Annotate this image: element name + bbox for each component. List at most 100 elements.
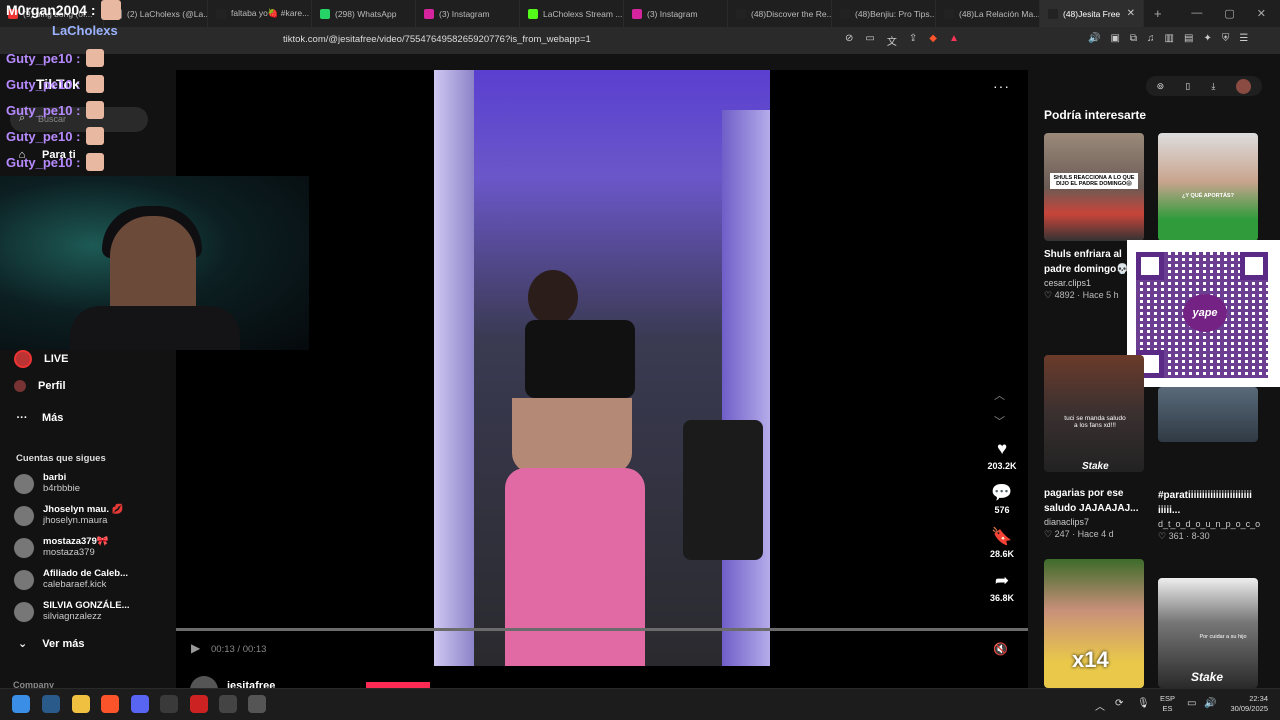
download-icon[interactable]: ⤓ xyxy=(1211,81,1215,92)
taskbar-clock[interactable]: 22:34 30/09/2025 xyxy=(1228,694,1268,714)
tab-favicon-icon xyxy=(1048,8,1058,19)
tab-label: LaCholexs Stream ... xyxy=(543,8,623,19)
live-avatar xyxy=(14,350,32,368)
volume-icon[interactable]: 🔇 xyxy=(993,642,1008,656)
search-taskbar-icon[interactable] xyxy=(42,695,60,713)
minimize-icon[interactable]: — xyxy=(1191,7,1202,20)
browser-tab[interactable]: (48)Discover the Re... xyxy=(728,0,832,27)
comment-button[interactable]: 💬 576 xyxy=(982,484,1022,516)
browser-tab[interactable]: (48)Jesita Free ✕ xyxy=(1040,0,1144,27)
following-item[interactable]: SILVIA GONZÁLE... silviagnzalezz xyxy=(14,600,130,622)
share-icon[interactable]: ⇪ xyxy=(909,33,917,48)
share-button[interactable]: ➦ 36.8K xyxy=(982,572,1022,604)
obs-icon[interactable] xyxy=(219,695,237,713)
chat-username-2: LaCholexs xyxy=(52,23,118,38)
windows-start-icon[interactable] xyxy=(12,695,30,713)
discord-icon[interactable] xyxy=(131,695,149,713)
suggestion-thumbnail: SHULS REACCIONA A LO QUE DIJO EL PADRE D… xyxy=(1044,133,1144,241)
browser-tab[interactable]: (48)La Relación Ma... xyxy=(936,0,1040,27)
thumbnail-caption: tuci se manda saludo a los fans xd!!! xyxy=(1064,415,1126,429)
brave-shield-icon[interactable]: ◆ xyxy=(929,33,937,48)
window-controls: — ▢ ✕ xyxy=(1191,7,1280,20)
video-more-button[interactable]: ··· xyxy=(993,78,1010,94)
suggestion-card[interactable]: Por cuidar a su hijo Stake xyxy=(1158,578,1258,688)
following-item[interactable]: Afiliado de Caleb... calebaraef.kick xyxy=(14,568,128,590)
pip-icon[interactable]: ▣ xyxy=(1110,33,1119,44)
suggestion-card[interactable]: ¿Y QUÉ APORTÁS? xyxy=(1158,133,1258,241)
app-icon[interactable] xyxy=(248,695,266,713)
following-title: Cuentas que sigues xyxy=(16,453,106,464)
browser-tab[interactable]: (298) WhatsApp xyxy=(312,0,416,27)
sidebar-item-label: LIVE xyxy=(44,353,69,365)
browser-tab[interactable]: (3) Instagram xyxy=(416,0,520,27)
rewards-icon[interactable]: ▲ xyxy=(949,33,959,48)
tray-chevron-icon[interactable]: ︿ xyxy=(1095,698,1105,713)
tab-label: (298) WhatsApp xyxy=(335,8,397,19)
tab-favicon-icon xyxy=(528,8,538,19)
heart-button[interactable]: ♥ 203.2K xyxy=(982,440,1022,472)
chat-emote xyxy=(86,101,105,119)
video-scene-wall xyxy=(722,110,770,666)
app-icon[interactable] xyxy=(160,695,178,713)
following-item[interactable]: Jhoselyn mau. 💋 jhoselyn.maura xyxy=(14,504,123,526)
language-indicator[interactable]: ESP ES xyxy=(1160,694,1175,714)
browser-tab[interactable]: faltaba yo🍓 #kare... xyxy=(208,0,312,27)
menu-icon[interactable]: ☰ xyxy=(1239,33,1248,44)
brave-browser-icon[interactable] xyxy=(101,695,119,713)
new-tab-button[interactable]: + xyxy=(1144,6,1172,21)
maximize-icon[interactable]: ▢ xyxy=(1224,7,1234,20)
sidebar-toggle-icon[interactable]: ▥ xyxy=(1165,33,1174,44)
sidebar-item-profile[interactable]: Perfil xyxy=(14,380,66,392)
following-handle: silviagnzalezz xyxy=(43,611,102,622)
sidebar-item-label: Perfil xyxy=(38,380,66,392)
suggestion-card[interactable]: x14 xyxy=(1044,559,1144,688)
leo-icon[interactable]: ✦ xyxy=(1203,33,1211,44)
browser-tab[interactable]: (48)Benjiu: Pro Tips... xyxy=(832,0,936,27)
chat-line: Guty_pe10 : xyxy=(6,127,105,145)
screen-icon[interactable]: ▭ xyxy=(865,33,874,48)
lang-top: ESP xyxy=(1160,694,1176,703)
url-text[interactable]: tiktok.com/@jesitafree/video/75547649582… xyxy=(283,34,591,45)
browser-tab-bar: (9) bing bong (of... (2) LaCholexs (@La..… xyxy=(0,0,1280,27)
tray-network-icon[interactable]: ▭ xyxy=(1187,698,1196,709)
sidebar-item-live[interactable]: LIVE xyxy=(14,350,68,368)
see-more-button[interactable]: ⌄ Ver más xyxy=(18,637,84,650)
next-video-icon[interactable]: ﹀ xyxy=(994,413,1005,429)
music-icon[interactable]: ♫ xyxy=(1147,33,1155,44)
following-name: SILVIA GONZÁLE... xyxy=(43,600,130,611)
file-explorer-icon[interactable] xyxy=(72,695,90,713)
sidebar-item-more[interactable]: ··· Más xyxy=(14,410,64,426)
audio-icon[interactable]: 🔊 xyxy=(1088,33,1100,44)
play-icon[interactable]: ▶ xyxy=(191,641,200,655)
tray-mic-icon[interactable]: 🎙 xyxy=(1137,698,1150,709)
video-progress-bar[interactable] xyxy=(176,628,1028,631)
card-title: pagarias por ese saludo JAJAAJAJ... xyxy=(1044,488,1139,514)
wallet-icon[interactable]: ▤ xyxy=(1184,33,1193,44)
suggestion-card[interactable]: tuci se manda saludo a los fans xd!!! St… xyxy=(1044,355,1144,540)
qr-corner xyxy=(1240,252,1268,280)
suggestion-card[interactable]: #paratiiiiiiiiiiiiiiiiiiiiiii iiiii... d… xyxy=(1158,387,1260,542)
extensions-icon[interactable]: ⧉ xyxy=(1130,33,1137,44)
tray-sync-icon[interactable]: ⟳ xyxy=(1115,698,1123,709)
coins-icon[interactable]: ⊚ xyxy=(1157,81,1165,92)
following-item[interactable]: barbi b4rbbbie xyxy=(14,472,80,494)
close-tab-icon[interactable]: ✕ xyxy=(1127,8,1135,19)
previous-video-icon[interactable]: ︿ xyxy=(994,387,1005,403)
translate-icon[interactable]: 文 xyxy=(887,33,897,48)
tray-volume-icon[interactable]: 🔊 xyxy=(1204,698,1216,709)
bookmark-button[interactable]: 🔖 28.6K xyxy=(982,528,1022,560)
following-item[interactable]: mostaza379🎀 mostaza379 xyxy=(14,536,109,558)
profile-avatar[interactable] xyxy=(1236,78,1252,94)
video-scene-chair xyxy=(683,420,763,560)
thumbnail-caption: x14 xyxy=(1072,647,1109,672)
avatar xyxy=(14,506,34,526)
browser-tab[interactable]: (3) Instagram xyxy=(624,0,728,27)
browser-tab[interactable]: LaCholexs Stream ... xyxy=(520,0,624,27)
tab-favicon-icon xyxy=(944,8,954,19)
close-window-icon[interactable]: ✕ xyxy=(1257,7,1266,20)
reader-icon[interactable]: ⊘ xyxy=(845,33,853,48)
app-icon[interactable] xyxy=(190,695,208,713)
vpn-icon[interactable]: ⛨ xyxy=(1222,33,1230,44)
device-icon[interactable]: ▯ xyxy=(1185,81,1190,92)
video-scene-pants xyxy=(505,468,645,666)
